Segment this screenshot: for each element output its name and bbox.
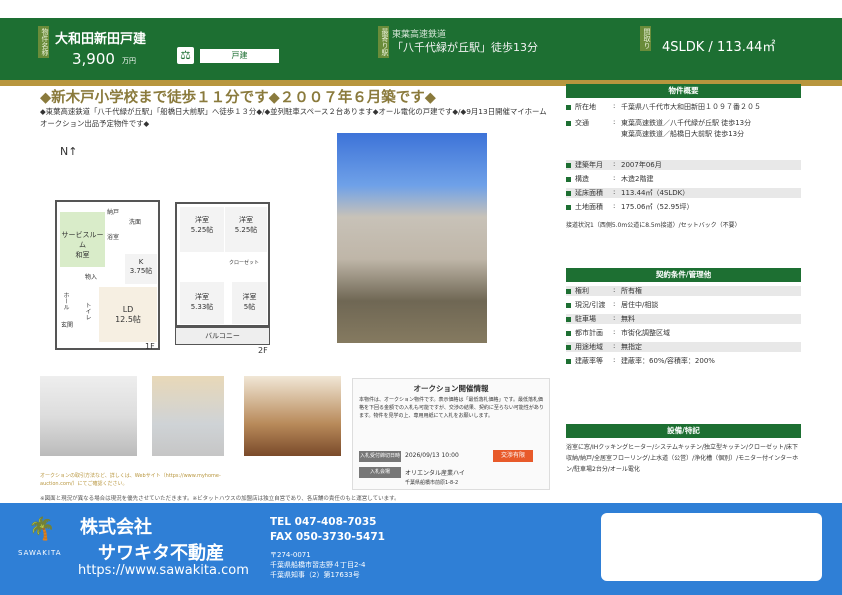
- auction-title: オークション開催情報: [413, 384, 489, 393]
- western-room-4: 洋室 5帖: [232, 282, 267, 324]
- closet-label: 物入: [85, 274, 98, 281]
- deadline-value: 2026/09/13 10:00: [405, 452, 459, 459]
- hall-label: ホール: [62, 292, 69, 310]
- overview-row: 所在地: 千葉県八千代市大和田新田１０９７番２０５: [566, 102, 801, 112]
- license: 千葉県知事（2）第17633号: [270, 571, 360, 579]
- company-prefix: 株式会社: [80, 517, 152, 538]
- label-1f: 1F: [145, 342, 155, 351]
- company-footer: 🌴 SAWAKITA 株式会社 サワキタ不動産 https://www.sawa…: [0, 503, 842, 595]
- tel[interactable]: TEL 047-408-7035: [270, 516, 376, 528]
- entrance-label: 玄関: [61, 322, 74, 329]
- fax: FAX 050-3730-5471: [270, 531, 385, 543]
- facilities-text: 浴室に窓/IHクッキングヒーター/システムキッチン/独立型キッチン/クローゼット…: [566, 444, 799, 473]
- contract-row: 用途地域: 無指定: [566, 342, 801, 352]
- gavel-icon: ⚖: [177, 47, 194, 64]
- venue-value: オリエンタル産業ハイ: [405, 470, 465, 477]
- toilet-label: トイレ: [84, 302, 91, 320]
- washroom-label: 洗面: [129, 219, 142, 226]
- palm-tree-icon: 🌴: [28, 517, 56, 542]
- overview-title: 物件概要: [566, 84, 801, 98]
- overview-row: 交通: 東葉高速鉄道／八千代緑が丘駅 徒歩13分 東葉高速鉄道／船橋日大前駅 徒歩1…: [566, 118, 801, 140]
- floor-1f: サービスルーム 和室 納戸 洗面 K 3.75帖 物入 LD 12.5帖 ホール 玄関…: [55, 200, 160, 350]
- house-photo: [337, 133, 487, 343]
- living-dining: LD 12.5帖: [99, 287, 157, 342]
- price: 3,900: [72, 50, 115, 68]
- bathroom-photo: [152, 376, 224, 456]
- logo-text: SAWAKITA: [18, 549, 62, 557]
- overview-row: 建築年月:2007年06月: [566, 160, 801, 170]
- property-name: 大和田新田戸建: [55, 32, 147, 47]
- company-url[interactable]: https://www.sawakita.com: [78, 563, 249, 578]
- blank-stamp-box: [601, 513, 822, 581]
- contract-row: 権利: 所有権: [566, 286, 801, 296]
- bath-label: 浴室: [107, 234, 120, 241]
- overview-row: 延床面積:113.44㎡（4SLDK）: [566, 188, 801, 198]
- contract-title: 契約条件/管理他: [566, 268, 801, 282]
- venue-note: 千葉県船橋市前原1-8-2: [405, 480, 459, 486]
- zip: 〒274-0071: [270, 551, 311, 559]
- property-header: 物件名称 大和田新田戸建 3,900 万円 ⚖ 戸建 最寄り駅 東葉高速鉄道 「…: [0, 18, 842, 86]
- deadline-label: 入札受付締切日時: [359, 451, 401, 462]
- description: ◆東葉高速鉄道「八千代緑が丘駅」「船橋日大前駅」へ徒歩１３分◆/◆並列駐車スペー…: [40, 107, 547, 128]
- north-arrow-icon: N↑: [60, 145, 78, 158]
- overview-row: 構造: 木造2階建: [566, 174, 801, 184]
- contract-row: 駐車場: 無料: [566, 314, 801, 324]
- contract-row: 現況/引渡: 居住中/相談: [566, 300, 801, 310]
- auction-body: 本物件は、オークション物件です。表示価格は「最低落札価格」です。最低落札価格を下…: [359, 397, 544, 419]
- label-2f: 2F: [258, 346, 268, 355]
- floor-plan: N↑ サービスルーム 和室 納戸 洗面 K 3.75帖 物入 LD 12.5帖 ホール…: [40, 140, 330, 355]
- storage-label: 納戸: [107, 209, 120, 216]
- contract-row: 都市計画: 市街化調整区域: [566, 328, 801, 338]
- kitchen: K 3.75帖: [125, 254, 157, 284]
- service-room: サービスルーム 和室: [60, 212, 105, 267]
- venue-label: 入札会場: [359, 467, 401, 478]
- road-note: 接道状況1（西側5.0m公道に8.5m接道）/セットバック（不要）: [566, 222, 741, 229]
- company-name: サワキタ不動産: [98, 543, 224, 564]
- layout-area: 4SLDK / 113.44㎡: [662, 40, 776, 55]
- layout-tag: 間取り: [640, 26, 651, 51]
- western-room-3: 洋室 5.33帖: [180, 282, 224, 324]
- price-unit: 万円: [122, 57, 136, 65]
- station-access: 「八千代緑が丘駅」徒歩13分: [392, 41, 538, 54]
- auction-note: オークションの取引方法など、詳しくは、Webサイト（https://www.my…: [40, 473, 221, 487]
- kitchen-photo: [40, 376, 137, 456]
- facilities-title: 設備/特記: [566, 424, 801, 438]
- western-room-2: 洋室 5.25帖: [225, 207, 267, 252]
- negotiation-badge: 交渉有限: [493, 450, 533, 462]
- property-type-badge: 戸建: [200, 49, 279, 63]
- floor-2f: 洋室 5.25帖 洋室 5.25帖 洋室 5.33帖 洋室 5帖 クローゼット: [175, 202, 270, 327]
- route-tag: 最寄り駅: [378, 26, 389, 58]
- closet-label: クローゼット: [229, 260, 260, 266]
- balcony: バルコニー: [175, 327, 270, 345]
- overview-row: 土地面積:175.06㎡（52.95坪）: [566, 202, 801, 212]
- name-tag: 物件名称: [38, 26, 49, 58]
- address: 千葉県船橋市習志野４丁目2-4: [270, 561, 366, 569]
- western-room-1: 洋室 5.25帖: [180, 207, 224, 252]
- living-room-photo: [244, 376, 341, 456]
- disclaimer: ※図面と現況が異なる場合は現況を優先させていただきます。※ビタットハウスの加盟店…: [40, 496, 400, 502]
- auction-info: オークション開催情報 本物件は、オークション物件です。表示価格は「最低落札価格」…: [352, 378, 550, 490]
- contract-row: 建蔽率等: 建蔽率：60%/容積率：200%: [566, 356, 801, 366]
- headline: ◆新木戸小学校まで徒歩１１分です◆２００７年６月築です◆: [40, 90, 436, 106]
